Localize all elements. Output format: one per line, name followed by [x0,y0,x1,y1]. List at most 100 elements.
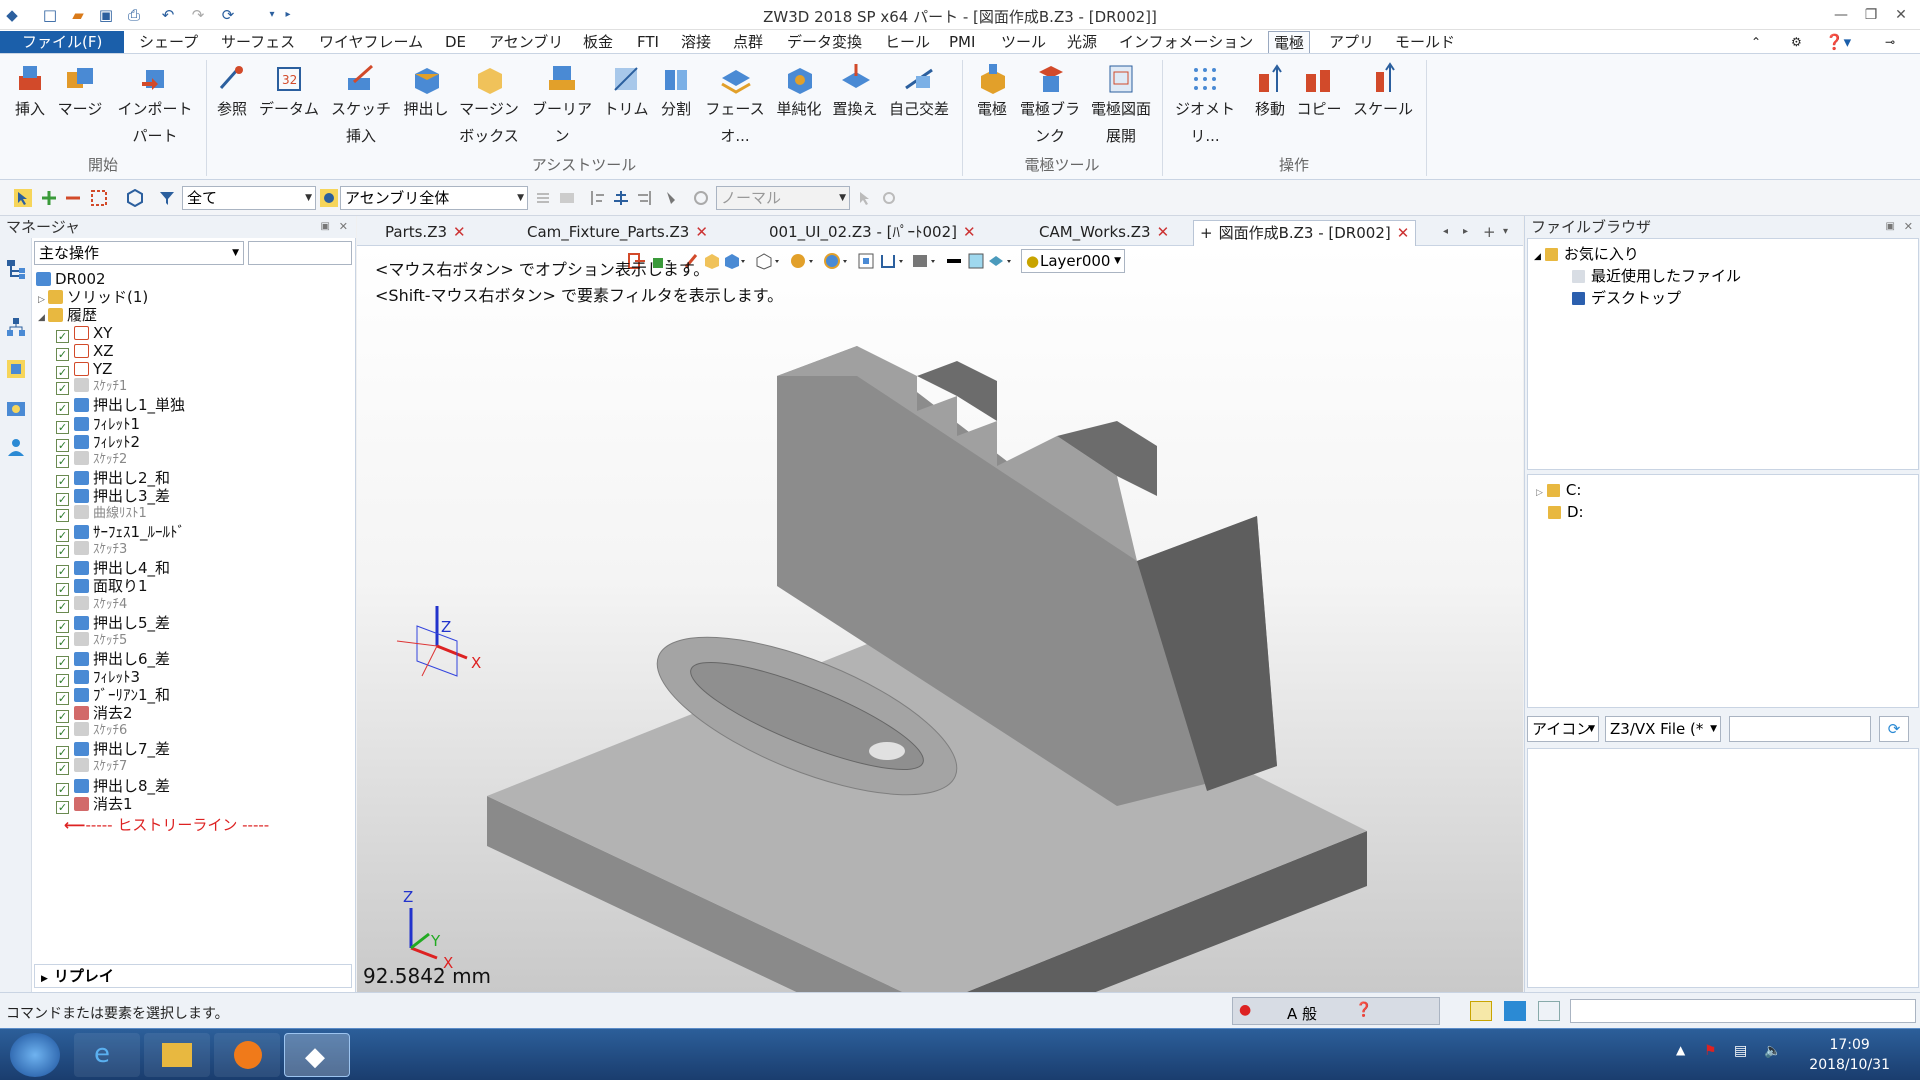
visibility-checkbox[interactable]: ✓ [56,599,69,613]
tree-item[interactable]: ✓ ｽｹｯﾁ2 [56,450,127,469]
menu-pmi[interactable]: PMI [944,31,980,53]
visibility-checkbox[interactable]: ✓ [56,726,69,740]
undo-icon[interactable]: ↶ [158,5,178,25]
menu-file[interactable]: ファイル(F) [0,31,125,53]
network-icon[interactable]: ▤ [1734,1043,1747,1059]
help-icon[interactable]: ❓▾ [1820,31,1856,53]
start-button[interactable] [10,1033,60,1077]
history-line[interactable]: ⟵----- ヒストリーライン ----- [64,816,269,834]
visibility-checkbox[interactable]: ✓ [56,492,69,506]
visibility-checkbox[interactable]: ✓ [56,330,69,343]
visibility-checkbox[interactable]: ✓ [56,509,69,522]
select-arrow-icon[interactable] [14,189,32,207]
tab-cam-works[interactable]: CAM_Works.Z3 ✕ [1033,220,1175,246]
tree-item[interactable]: ✓ 押出し3_差 [56,487,170,506]
file-list-pane[interactable] [1527,748,1919,988]
electrode-button[interactable]: 電極 [970,60,1014,123]
settings-icon[interactable]: ⚙ [1786,31,1807,53]
tab-cam-fixture[interactable]: Cam_Fixture_Parts.Z3 ✕ [521,220,714,246]
menu-fti[interactable]: FTI [632,31,664,53]
add-icon[interactable] [40,189,58,207]
system-clock[interactable]: 17:09 2018/10/31 [1809,1035,1890,1075]
simplify-button[interactable]: 単純化 [774,60,824,123]
tree-item[interactable]: ✓ 消去2 [56,704,133,724]
visibility-checkbox[interactable]: ✓ [56,438,69,452]
tree-item[interactable]: ✓ 押出し4_和 [56,559,170,579]
pin-icon[interactable]: ⊸ [1880,31,1900,53]
visibility-checkbox[interactable]: ✓ [56,710,69,724]
app-logo-icon[interactable]: ◆ [2,5,22,25]
tree-history[interactable]: ◢ 履歴 [38,306,97,324]
close-icon[interactable]: ✕ [695,223,708,241]
hex-icon[interactable] [126,189,144,207]
tree-item[interactable]: ✓ ｽｹｯﾁ7 [56,758,127,776]
visibility-checkbox[interactable]: ✓ [56,402,69,416]
tab-parts[interactable]: Parts.Z3 ✕ [379,220,472,246]
pick-icon[interactable] [534,189,552,207]
history-tree-icon[interactable] [5,258,27,280]
visibility-checkbox[interactable]: ✓ [56,529,69,543]
restore-button[interactable]: ❐ [1856,4,1886,26]
merge-button[interactable]: マージ [56,60,104,123]
panel-close-icon[interactable]: ✕ [339,216,348,238]
tree-item[interactable]: ✓ 押出し1_単独 [56,396,185,416]
align-right-icon[interactable] [636,189,654,207]
geometry-button[interactable]: ジオメト リ... [1172,60,1238,150]
copy-button[interactable]: コピー [1294,60,1344,123]
desktop-node[interactable]: デスクトップ [1572,289,1681,307]
replay-bar[interactable]: ▶ リプレイ [34,964,352,988]
tree-item[interactable]: ✓ 押出し2_和 [56,469,170,488]
visibility-checkbox[interactable]: ✓ [56,673,69,687]
expand-icon[interactable]: ▸ [278,5,298,25]
tree-item[interactable]: ✓ 消去1 [56,795,133,814]
3d-canvas[interactable]: ● Layer000 ▼ <マウス右ボタン> でオプション表示します。 <Shift… [357,246,1523,992]
filter-select[interactable]: 全て ▼ [182,186,316,210]
visibility-checkbox[interactable]: ✓ [56,565,69,579]
recent-files-node[interactable]: 最近使用したファイル [1572,267,1741,285]
pick-list-icon[interactable] [558,189,576,207]
tree-item[interactable]: ✓ YZ [56,360,112,380]
import-part-button[interactable]: インポート パート [112,60,198,150]
menu-light[interactable]: 光源 [1062,31,1102,53]
close-icon[interactable]: ✕ [963,223,976,241]
redo-icon[interactable]: ↷ [188,5,208,25]
electrode-drawing-button[interactable]: 電極図面 展開 [1088,60,1154,150]
list-icon[interactable] [1538,1001,1560,1021]
menu-weld[interactable]: 溶接 [676,31,716,53]
volume-icon[interactable]: 🔈 [1764,1043,1781,1059]
tab-list-icon[interactable]: ▾ [1497,220,1514,246]
menu-surface[interactable]: サーフェス [216,31,300,53]
menu-apps[interactable]: アプリ [1324,31,1379,53]
tree-item[interactable]: ✓ 面取り1 [56,577,148,597]
menu-dataconv[interactable]: データ変換 [782,31,867,53]
print-icon[interactable]: ⎙ [124,5,144,25]
filter-options-icon[interactable] [90,189,108,207]
tab-001-ui[interactable]: 001_UI_02.Z3 - [ﾊﾟｰﾄ002] ✕ [763,220,982,246]
refresh-button[interactable]: ⟳ [1879,716,1909,742]
replace-button[interactable]: 置換え [830,60,880,123]
menu-pointcloud[interactable]: 点群 [728,31,768,53]
open-folder-icon[interactable]: ▰ [68,5,88,25]
tree-item[interactable]: ✓ ｽｹｯﾁ5 [56,631,127,650]
tree-item[interactable]: ✓ ﾌｨﾚｯﾄ1 [56,415,140,434]
drive-d[interactable]: D: [1548,503,1584,521]
target-icon[interactable] [880,189,898,207]
file-type-select[interactable]: Z3/VX File (* ▼ [1605,716,1721,742]
extrude-button[interactable]: 押出し [402,60,450,123]
close-button[interactable]: ✕ [1886,4,1916,26]
icon-mode-select[interactable]: アイコン ▼ [1527,716,1599,742]
view-icon[interactable] [5,398,27,420]
visibility-checkbox[interactable]: ✓ [56,545,69,559]
manager-search-input[interactable] [248,241,352,265]
manager-mode-select[interactable]: 主な操作 ▼ [34,241,244,265]
visibility-checkbox[interactable]: ✓ [56,366,69,380]
reference-button[interactable]: 参照 [212,60,252,123]
menu-assembly[interactable]: アセンブリ [484,31,568,53]
visibility-checkbox[interactable]: ✓ [56,348,69,362]
tree-item[interactable]: ✓ 押出し5_差 [56,614,170,633]
grid-icon[interactable] [1470,1001,1492,1021]
explorer-icon[interactable] [144,1033,210,1077]
visibility-checkbox[interactable]: ✓ [56,382,69,396]
tree-item[interactable]: ✓ ｽｹｯﾁ6 [56,722,127,740]
tab-scroll-right-icon[interactable]: ▸ [1457,220,1474,246]
